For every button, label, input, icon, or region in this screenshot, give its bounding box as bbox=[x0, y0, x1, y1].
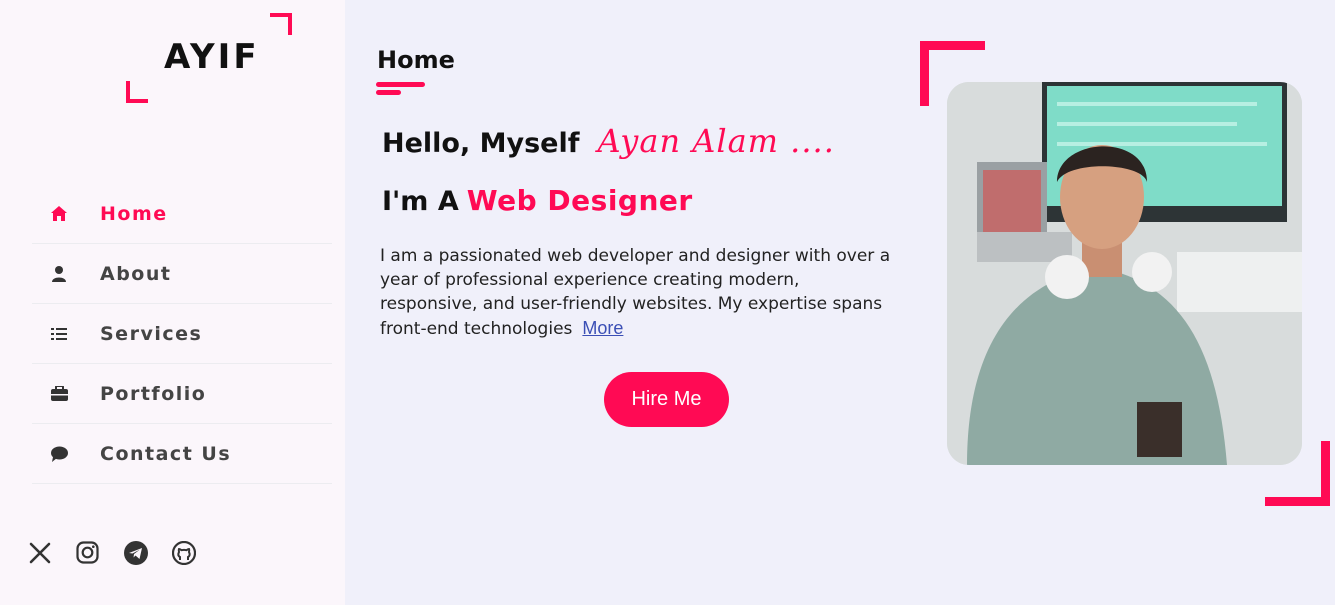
title-underline-short bbox=[376, 90, 401, 95]
sidebar-item-about[interactable]: About bbox=[32, 244, 332, 304]
sidebar-item-label: Services bbox=[100, 322, 203, 345]
title-underline bbox=[376, 82, 425, 87]
home-icon bbox=[50, 205, 68, 223]
sidebar-item-label: About bbox=[100, 262, 172, 285]
instagram-icon[interactable] bbox=[75, 540, 100, 565]
logo-corner-bottom-left bbox=[126, 81, 148, 103]
more-link[interactable]: More bbox=[582, 318, 623, 338]
sidebar-item-home[interactable]: Home bbox=[32, 184, 332, 244]
briefcase-icon bbox=[50, 385, 68, 403]
logo-text: AYIF bbox=[164, 37, 260, 77]
sidebar-item-label: Contact Us bbox=[100, 442, 232, 465]
role-prefix: I'm A bbox=[382, 186, 459, 217]
github-icon[interactable] bbox=[171, 540, 196, 565]
x-icon[interactable] bbox=[27, 540, 52, 565]
hire-me-button[interactable]: Hire Me bbox=[604, 372, 729, 427]
user-icon bbox=[50, 265, 68, 283]
sidebar: AYIF Home About Services Portfolio Conta… bbox=[0, 0, 345, 605]
sidebar-item-portfolio[interactable]: Portfolio bbox=[32, 364, 332, 424]
bio-paragraph: I am a passionated web developer and des… bbox=[380, 244, 900, 341]
role-heading: I'm A Web Designer bbox=[382, 184, 693, 217]
logo-corner-top-right bbox=[270, 13, 292, 35]
sidebar-item-services[interactable]: Services bbox=[32, 304, 332, 364]
sidebar-nav: Home About Services Portfolio Contact Us bbox=[32, 184, 332, 484]
section-title: Home bbox=[377, 46, 455, 74]
greeting: Hello, Myself Ayan Alam .... bbox=[382, 122, 835, 160]
social-links bbox=[27, 540, 196, 565]
chat-icon bbox=[50, 445, 68, 463]
telegram-icon[interactable] bbox=[123, 540, 148, 565]
role-title: Web Designer bbox=[466, 184, 693, 217]
list-icon bbox=[50, 325, 68, 343]
sidebar-item-contact[interactable]: Contact Us bbox=[32, 424, 332, 484]
sidebar-item-label: Portfolio bbox=[100, 382, 207, 405]
logo[interactable]: AYIF bbox=[126, 13, 292, 103]
sidebar-item-label: Home bbox=[100, 202, 168, 225]
greeting-name: Ayan Alam .... bbox=[597, 122, 835, 160]
profile-photo bbox=[947, 82, 1302, 465]
greeting-text: Hello, Myself bbox=[382, 128, 580, 159]
bio-text: I am a passionated web developer and des… bbox=[380, 246, 891, 339]
